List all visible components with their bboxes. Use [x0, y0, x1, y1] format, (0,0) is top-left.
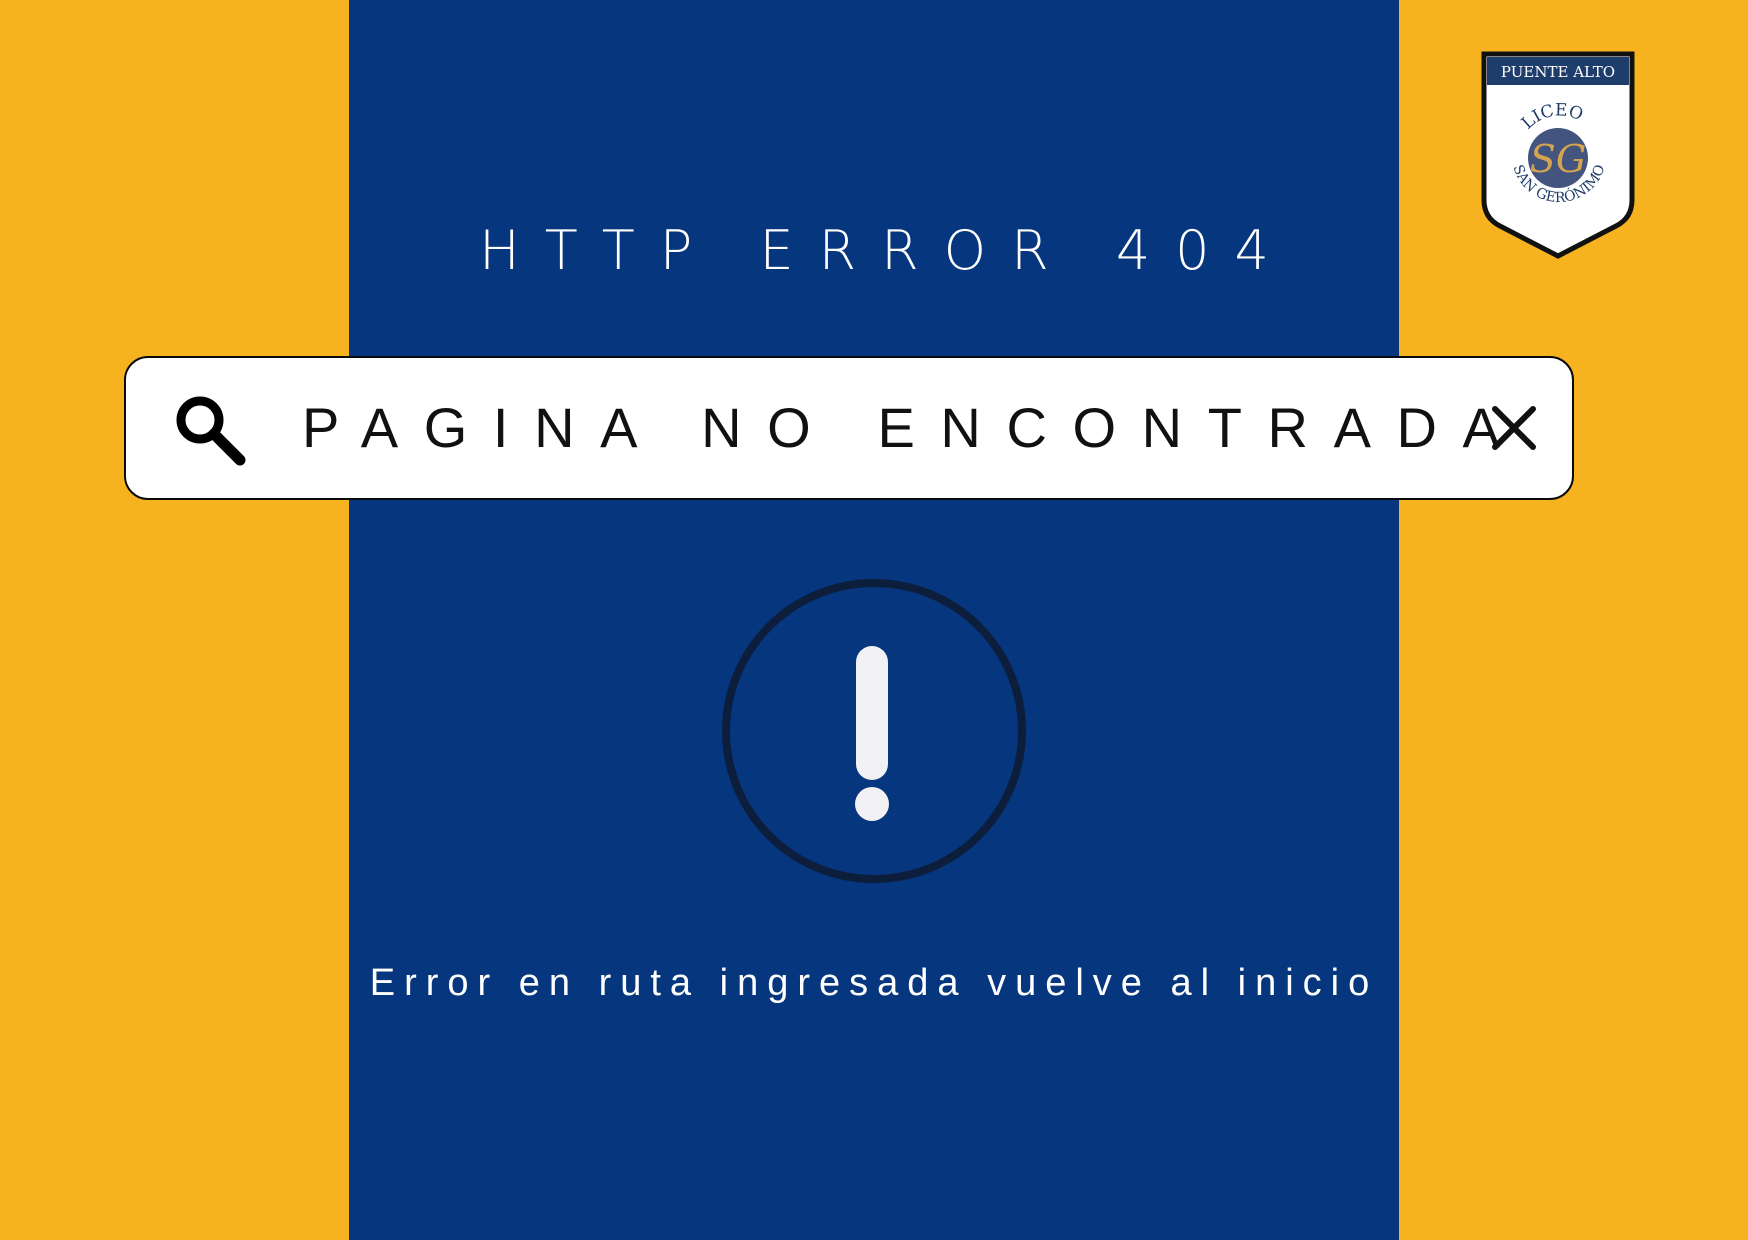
error-message: Error en ruta ingresada vuelve al inicio — [369, 962, 1379, 1004]
logo-top-text: PUENTE ALTO — [1501, 63, 1615, 81]
logo-monogram: SG — [1530, 137, 1586, 181]
search-query-text[interactable]: PAGINA NO ENCONTRADA — [302, 388, 1526, 468]
close-icon[interactable] — [1490, 404, 1538, 452]
school-crest-logo[interactable]: PUENTE ALTO LICEO SAN GERÓNIMO SG — [1480, 50, 1636, 260]
exclamation-icon — [855, 646, 889, 821]
error-title: HTTP ERROR 404 — [479, 219, 1294, 282]
search-icon[interactable] — [170, 390, 250, 470]
